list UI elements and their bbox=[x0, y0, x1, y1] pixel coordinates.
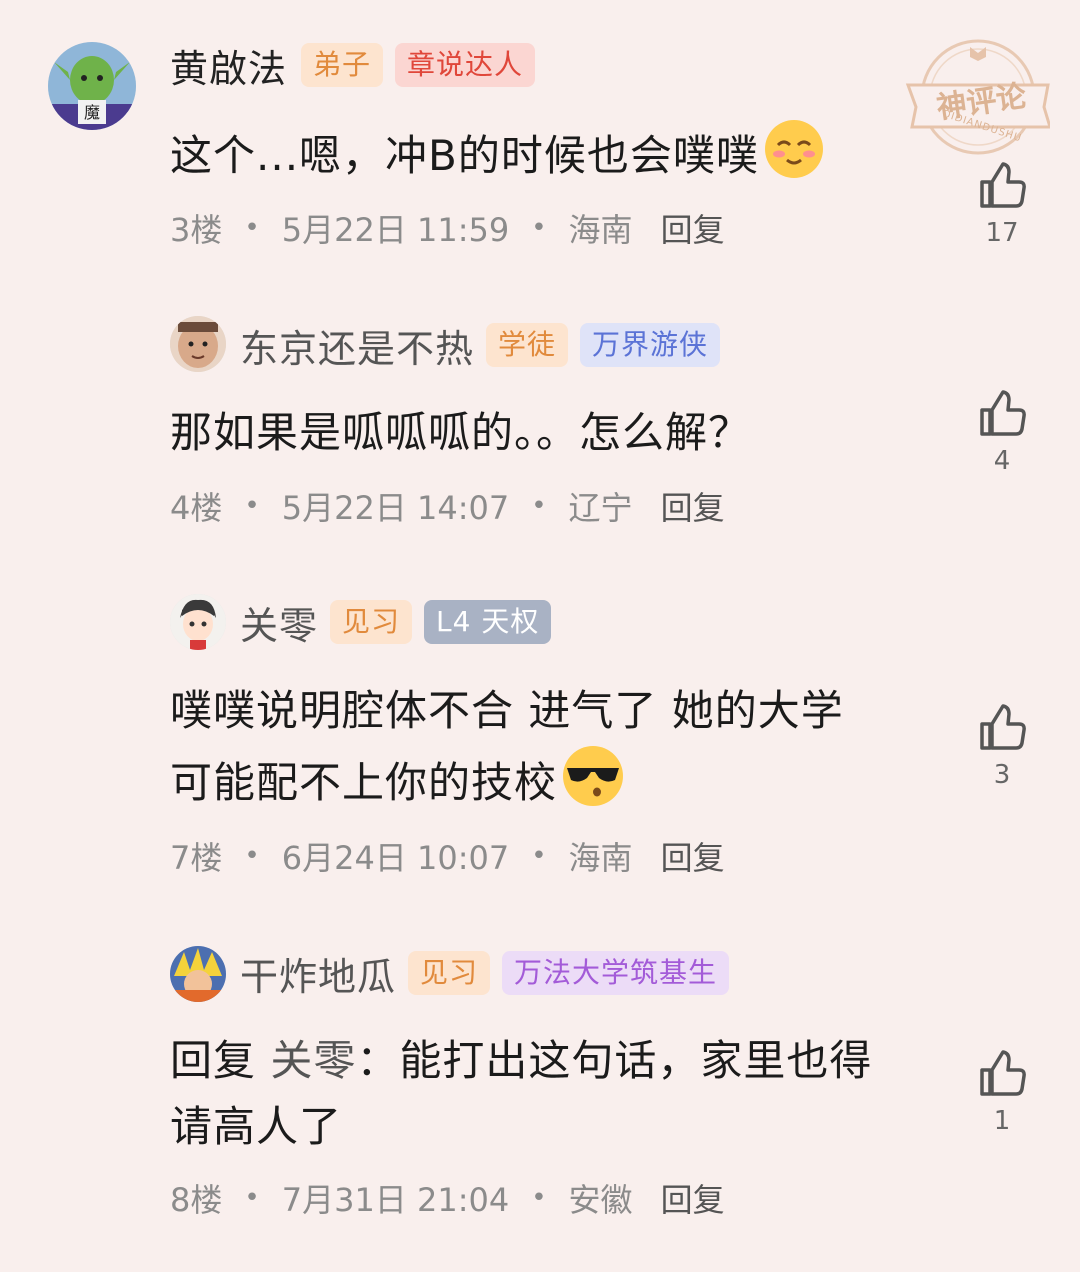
floor-number: 7楼 bbox=[170, 839, 223, 877]
reply-button[interactable]: 回复 bbox=[661, 205, 725, 251]
level-badge: 见习 bbox=[408, 951, 491, 995]
floor-number: 3楼 bbox=[170, 211, 223, 249]
level-badge: 弟子 bbox=[301, 43, 384, 87]
location: 海南 bbox=[568, 839, 633, 877]
like-count: 1 bbox=[993, 1106, 1011, 1136]
comment-text: 这个...嗯，冲B的时候也会噗噗 bbox=[170, 118, 950, 199]
username[interactable]: 关零 bbox=[240, 595, 318, 650]
rank-badge: L4 天权 bbox=[424, 600, 552, 644]
reply-colon: ： bbox=[356, 1036, 400, 1085]
like-button[interactable]: 1 bbox=[972, 1048, 1032, 1136]
location: 安徽 bbox=[568, 1181, 633, 1219]
comment-body-line: 能打出这句话，家里也得 bbox=[399, 1036, 873, 1085]
timestamp: 5月22日 11:59 bbox=[281, 211, 510, 249]
separator-dot: • bbox=[531, 491, 547, 521]
sunglasses-emoji bbox=[561, 744, 625, 827]
reply-target-username[interactable]: 关零 bbox=[270, 1036, 356, 1085]
comment-text: 回复 关零：能打出这句话，家里也得 请高人了 bbox=[170, 1028, 950, 1160]
comment-body: 那如果是呱呱呱的。。怎么解？ bbox=[170, 408, 752, 457]
comment-meta: 7楼 • 6月24日 10:07 • 海南 回复 bbox=[170, 834, 725, 878]
floor-number: 8楼 bbox=[170, 1181, 223, 1219]
comment-body: 这个...嗯，冲B的时候也会噗噗 bbox=[170, 131, 759, 180]
comment-body-line: 可能配不上你的技校 bbox=[170, 758, 558, 807]
like-count: 3 bbox=[993, 760, 1011, 790]
avatar[interactable] bbox=[170, 946, 226, 1002]
timestamp: 6月24日 10:07 bbox=[281, 839, 510, 877]
reply-button[interactable]: 回复 bbox=[661, 1175, 725, 1221]
reply-button[interactable]: 回复 bbox=[661, 833, 725, 879]
thumbs-up-icon bbox=[980, 162, 1026, 208]
comment-meta: 8楼 • 7月31日 21:04 • 安徽 回复 bbox=[170, 1176, 725, 1220]
svg-text:魔: 魔 bbox=[84, 103, 100, 122]
thumbs-up-icon bbox=[980, 704, 1026, 750]
location: 辽宁 bbox=[568, 489, 633, 527]
title-badge: 章说达人 bbox=[395, 43, 536, 87]
reply-prefix: 回复 bbox=[170, 1036, 271, 1085]
separator-dot: • bbox=[244, 491, 260, 521]
separator-dot: • bbox=[244, 841, 260, 871]
level-badge: 学徒 bbox=[486, 323, 569, 367]
user-header: 黄啟法 弟子 章说达人 bbox=[170, 38, 536, 93]
separator-dot: • bbox=[531, 213, 547, 243]
comment-meta: 3楼 • 5月22日 11:59 • 海南 回复 bbox=[170, 206, 725, 250]
like-button[interactable]: 3 bbox=[972, 702, 1032, 790]
title-badge: 万界游侠 bbox=[580, 323, 721, 367]
timestamp: 7月31日 21:04 bbox=[281, 1181, 510, 1219]
avatar[interactable] bbox=[170, 316, 226, 372]
timestamp: 5月22日 14:07 bbox=[281, 489, 510, 527]
like-button[interactable]: 4 bbox=[972, 388, 1032, 476]
comment-text: 那如果是呱呱呱的。。怎么解？ bbox=[170, 400, 950, 466]
user-header: 东京还是不热 学徒 万界游侠 bbox=[240, 318, 721, 373]
comment-text: 噗噗说明腔体不合 进气了 她的大学 可能配不上你的技校 bbox=[170, 678, 950, 827]
level-badge: 见习 bbox=[330, 600, 413, 644]
user-header: 关零 见习 L4 天权 bbox=[240, 595, 552, 650]
separator-dot: • bbox=[531, 1183, 547, 1213]
location: 海南 bbox=[568, 211, 633, 249]
title-badge: 万法大学筑基生 bbox=[502, 951, 730, 995]
separator-dot: • bbox=[244, 1183, 260, 1213]
username[interactable]: 东京还是不热 bbox=[240, 318, 474, 373]
user-header: 干炸地瓜 见习 万法大学筑基生 bbox=[240, 946, 730, 1001]
thumbs-up-icon bbox=[980, 390, 1026, 436]
comment-meta: 4楼 • 5月22日 14:07 • 辽宁 回复 bbox=[170, 484, 725, 528]
avatar[interactable] bbox=[170, 594, 226, 650]
thumbs-up-icon bbox=[980, 1050, 1026, 1096]
like-count: 17 bbox=[985, 218, 1019, 248]
avatar[interactable]: 魔 bbox=[48, 42, 136, 130]
separator-dot: • bbox=[531, 841, 547, 871]
like-button[interactable]: 17 bbox=[972, 160, 1032, 248]
smile-blush-emoji bbox=[763, 118, 825, 199]
username[interactable]: 黄啟法 bbox=[170, 38, 287, 93]
comment-body-line: 噗噗说明腔体不合 进气了 她的大学 bbox=[170, 686, 844, 735]
floor-number: 4楼 bbox=[170, 489, 223, 527]
separator-dot: • bbox=[244, 213, 260, 243]
username[interactable]: 干炸地瓜 bbox=[240, 946, 396, 1001]
like-count: 4 bbox=[993, 446, 1011, 476]
comment-body-line: 请高人了 bbox=[170, 1102, 343, 1151]
reply-button[interactable]: 回复 bbox=[661, 483, 725, 529]
